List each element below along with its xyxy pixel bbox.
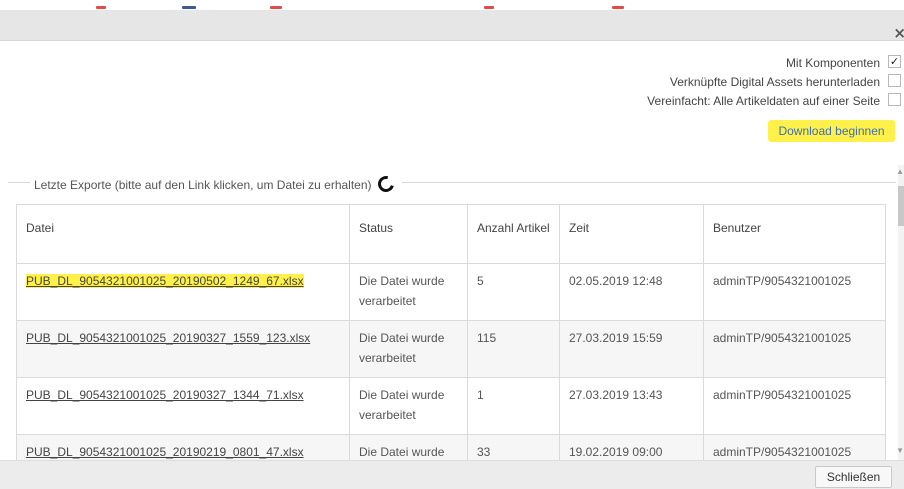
export-file-link[interactable]: PUB_DL_9054321001025_20190327_1344_71.xl…: [26, 388, 304, 402]
fieldset-border: [402, 182, 896, 183]
column-header-file[interactable]: Datei: [16, 204, 350, 264]
export-file-link[interactable]: PUB_DL_9054321001025_20190502_1249_67.xl…: [26, 274, 304, 288]
file-cell: PUB_DL_9054321001025_20190327_1559_123.x…: [16, 320, 350, 378]
dialog-footer: [0, 460, 904, 489]
option-linked-assets[interactable]: Verknüpfte Digital Assets herunterladen: [204, 73, 904, 92]
option-with-components[interactable]: Mit Komponenten ✓: [204, 54, 904, 73]
time-cell: 27.03.2019 13:43: [559, 377, 704, 435]
background-app-strip: [0, 0, 904, 10]
user-cell: adminTP/9054321001025: [703, 263, 886, 321]
simplified-checkbox[interactable]: [888, 93, 901, 106]
file-cell: PUB_DL_9054321001025_20190327_1344_71.xl…: [16, 377, 350, 435]
export-file-link[interactable]: PUB_DL_9054321001025_20190327_1559_123.x…: [26, 331, 310, 345]
table-row: PUB_DL_9054321001025_20190327_1559_123.x…: [16, 320, 886, 378]
exports-table-container: Datei Status Anzahl Artikel Zeit Benutze…: [16, 204, 886, 460]
count-cell: 115: [467, 320, 560, 378]
status-cell: Die Datei wurde verarbeitet: [349, 434, 468, 460]
legend-text: Letzte Exporte (bitte auf den Link klick…: [34, 178, 372, 192]
count-cell: 1: [467, 377, 560, 435]
time-cell: 27.03.2019 15:59: [559, 320, 704, 378]
scroll-up-arrow-icon[interactable]: ▲: [896, 167, 904, 176]
status-cell: Die Datei wurde verarbeitet: [349, 263, 468, 321]
time-cell: 02.05.2019 12:48: [559, 263, 704, 321]
column-header-status[interactable]: Status: [349, 204, 468, 264]
option-label: Mit Komponenten: [785, 56, 880, 70]
option-label: Vereinfacht: Alle Artikeldaten auf einer…: [647, 94, 880, 108]
close-dialog-button[interactable]: Schließen: [815, 466, 892, 488]
user-cell: adminTP/9054321001025: [703, 377, 886, 435]
fieldset-border: [8, 182, 30, 183]
option-simplified[interactable]: Vereinfacht: Alle Artikeldaten auf einer…: [204, 92, 904, 111]
recent-exports-legend: Letzte Exporte (bitte auf den Link klick…: [30, 173, 398, 195]
exports-table: Datei Status Anzahl Artikel Zeit Benutze…: [16, 204, 886, 460]
table-row: PUB_DL_9054321001025_20190502_1249_67.xl…: [16, 263, 886, 321]
background-fragment: [484, 6, 494, 9]
export-file-link[interactable]: PUB_DL_9054321001025_20190219_0801_47.xl…: [26, 445, 304, 459]
refresh-spinner-icon[interactable]: [374, 173, 397, 195]
status-cell: Die Datei wurde verarbeitet: [349, 320, 468, 378]
user-cell: adminTP/9054321001025: [703, 320, 886, 378]
background-fragment: [612, 6, 624, 9]
file-cell: PUB_DL_9054321001025_20190502_1249_67.xl…: [16, 263, 350, 321]
count-cell: 5: [467, 263, 560, 321]
background-fragment: [182, 6, 196, 9]
dialog-titlebar: ×: [0, 10, 904, 42]
column-header-time[interactable]: Zeit: [559, 204, 704, 264]
scrollbar-thumb[interactable]: [898, 186, 904, 226]
download-start-button[interactable]: Download beginnen: [768, 120, 895, 142]
file-cell: PUB_DL_9054321001025_20190219_0801_47.xl…: [16, 434, 350, 460]
table-row: PUB_DL_9054321001025_20190219_0801_47.xl…: [16, 434, 886, 460]
count-cell: 33: [467, 434, 560, 460]
user-cell: adminTP/9054321001025: [703, 434, 886, 460]
column-header-user[interactable]: Benutzer: [703, 204, 886, 264]
linked-assets-checkbox[interactable]: [888, 74, 901, 87]
status-cell: Die Datei wurde verarbeitet: [349, 377, 468, 435]
time-cell: 19.02.2019 09:00: [559, 434, 704, 460]
export-options: Mit Komponenten ✓ Verknüpfte Digital Ass…: [204, 54, 904, 111]
column-header-count[interactable]: Anzahl Artikel: [467, 204, 560, 264]
close-icon[interactable]: ×: [893, 24, 904, 42]
background-fragment: [270, 6, 282, 9]
scroll-down-arrow-icon[interactable]: ▼: [896, 446, 904, 455]
with-components-checkbox[interactable]: ✓: [888, 55, 901, 68]
option-label: Verknüpfte Digital Assets herunterladen: [669, 75, 880, 89]
table-row: PUB_DL_9054321001025_20190327_1344_71.xl…: [16, 377, 886, 435]
background-fragment: [96, 6, 106, 9]
table-header-row: Datei Status Anzahl Artikel Zeit Benutze…: [16, 204, 886, 264]
